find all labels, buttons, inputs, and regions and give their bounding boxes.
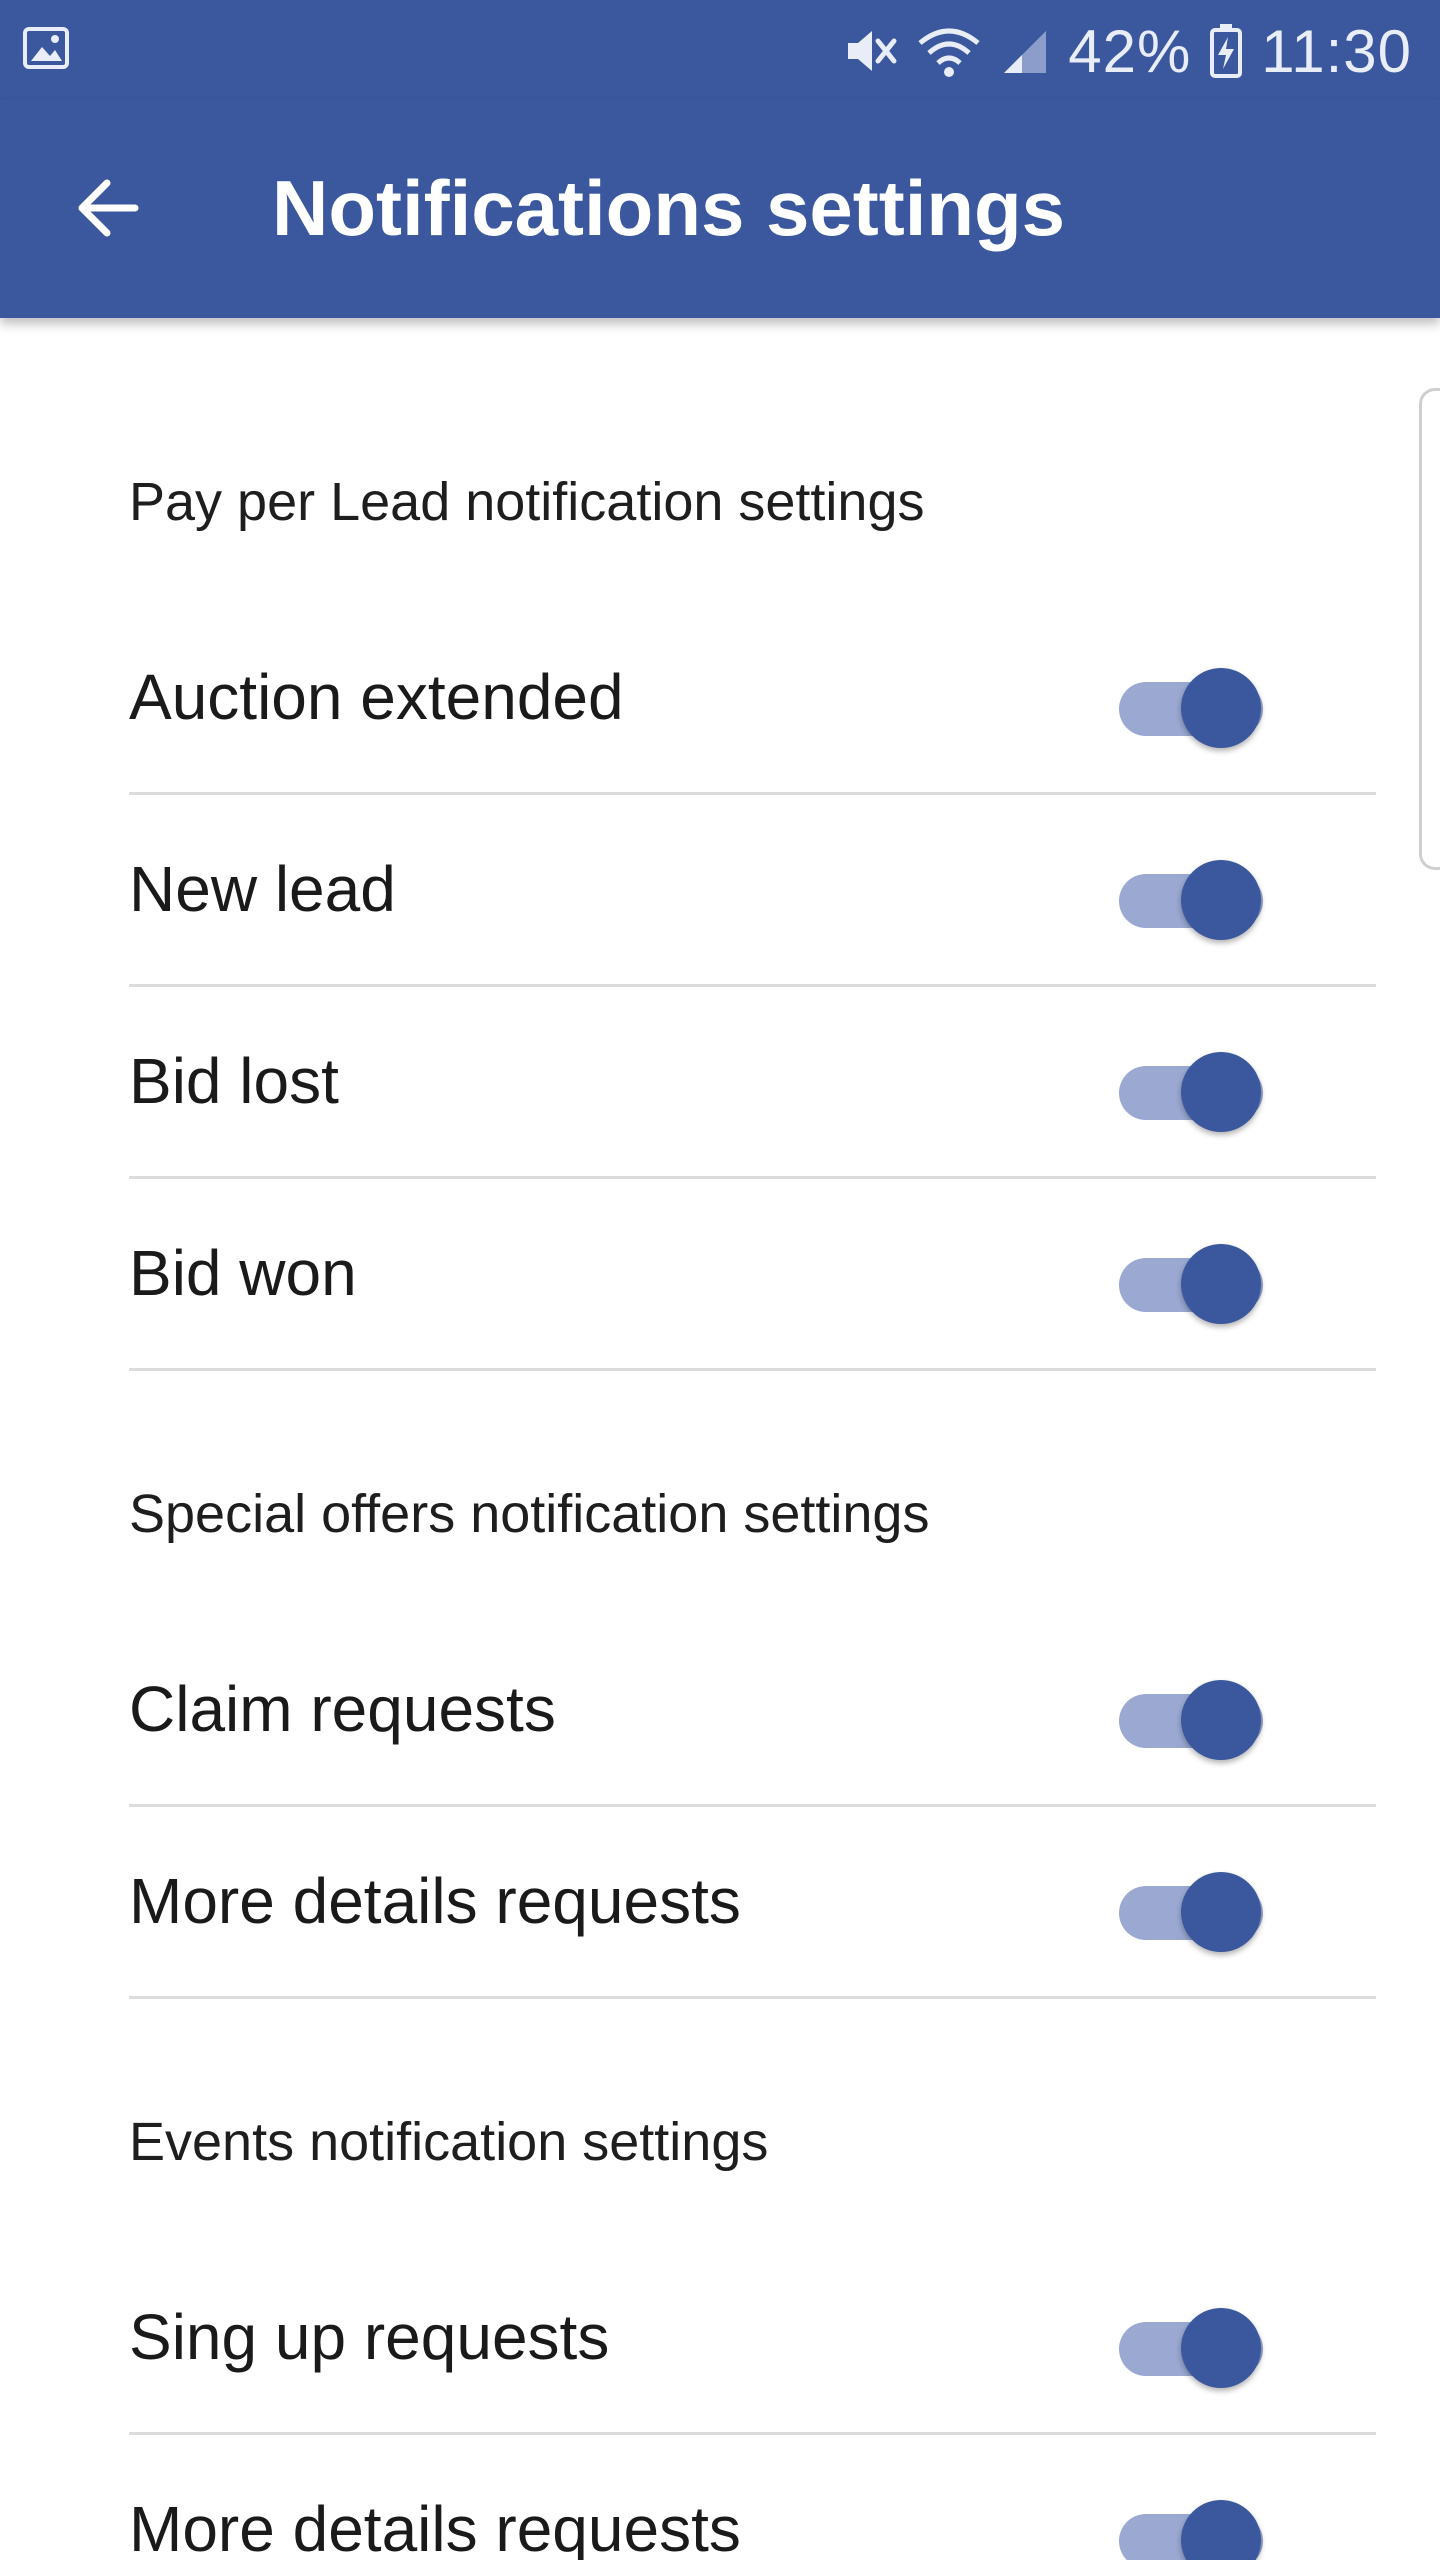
toggle-thumb: [1181, 2500, 1261, 2560]
toggle-auction-extended[interactable]: [1119, 664, 1269, 748]
setting-row-auction-extended[interactable]: Auction extended: [129, 602, 1376, 795]
setting-label: Bid lost: [129, 1045, 339, 1117]
toggle-new-lead[interactable]: [1119, 856, 1269, 940]
toggle-thumb: [1181, 668, 1261, 748]
toggle-thumb: [1181, 860, 1261, 940]
wifi-icon: [916, 23, 982, 79]
toggle-thumb: [1181, 1052, 1261, 1132]
toggle-thumb: [1181, 1872, 1261, 1952]
setting-label: Bid won: [129, 1237, 357, 1309]
page-title: Notifications settings: [272, 164, 1066, 252]
cellular-signal-icon: [1000, 25, 1050, 77]
status-bar: 42% 11:30: [0, 0, 1440, 100]
settings-list[interactable]: Pay per Lead notification settings Aucti…: [0, 318, 1440, 2560]
status-time: 11:30: [1261, 17, 1412, 85]
setting-row-bid-lost[interactable]: Bid lost: [129, 986, 1376, 1179]
section-header-special-offers: Special offers notification settings: [129, 1484, 930, 1544]
mute-icon: [842, 25, 898, 77]
toggle-bid-lost[interactable]: [1119, 1048, 1269, 1132]
setting-row-new-lead[interactable]: New lead: [129, 794, 1376, 987]
setting-row-sign-up-requests[interactable]: Sing up requests: [129, 2242, 1376, 2435]
toggle-more-details-requests-events[interactable]: [1119, 2496, 1269, 2560]
setting-label: More details requests: [129, 2493, 741, 2560]
back-button[interactable]: [60, 160, 156, 256]
setting-row-bid-won[interactable]: Bid won: [129, 1178, 1376, 1371]
toggle-thumb: [1181, 1244, 1261, 1324]
setting-label: New lead: [129, 853, 396, 925]
toggle-sign-up-requests[interactable]: [1119, 2304, 1269, 2388]
toggle-more-details-requests-offers[interactable]: [1119, 1868, 1269, 1952]
toggle-thumb: [1181, 2308, 1261, 2388]
battery-percentage: 42%: [1068, 17, 1192, 85]
setting-label: More details requests: [129, 1865, 741, 1937]
toggle-thumb: [1181, 1680, 1261, 1760]
setting-row-more-details-requests-offers[interactable]: More details requests: [129, 1806, 1376, 1999]
battery-charging-icon: [1209, 23, 1243, 79]
scroll-indicator[interactable]: [1419, 388, 1440, 870]
section-header-pay-per-lead: Pay per Lead notification settings: [129, 472, 925, 532]
setting-label: Sing up requests: [129, 2301, 610, 2373]
section-header-events: Events notification settings: [129, 2112, 769, 2172]
status-icons: 42% 11:30: [842, 16, 1412, 86]
setting-label: Auction extended: [129, 661, 624, 733]
app-bar: Notifications settings: [0, 100, 1440, 318]
setting-row-claim-requests[interactable]: Claim requests: [129, 1614, 1376, 1807]
toggle-bid-won[interactable]: [1119, 1240, 1269, 1324]
setting-row-more-details-requests-events[interactable]: More details requests: [129, 2434, 1376, 2560]
arrow-back-icon: [73, 173, 143, 243]
gallery-notification-icon: [22, 24, 70, 72]
setting-label: Claim requests: [129, 1673, 556, 1745]
toggle-claim-requests[interactable]: [1119, 1676, 1269, 1760]
